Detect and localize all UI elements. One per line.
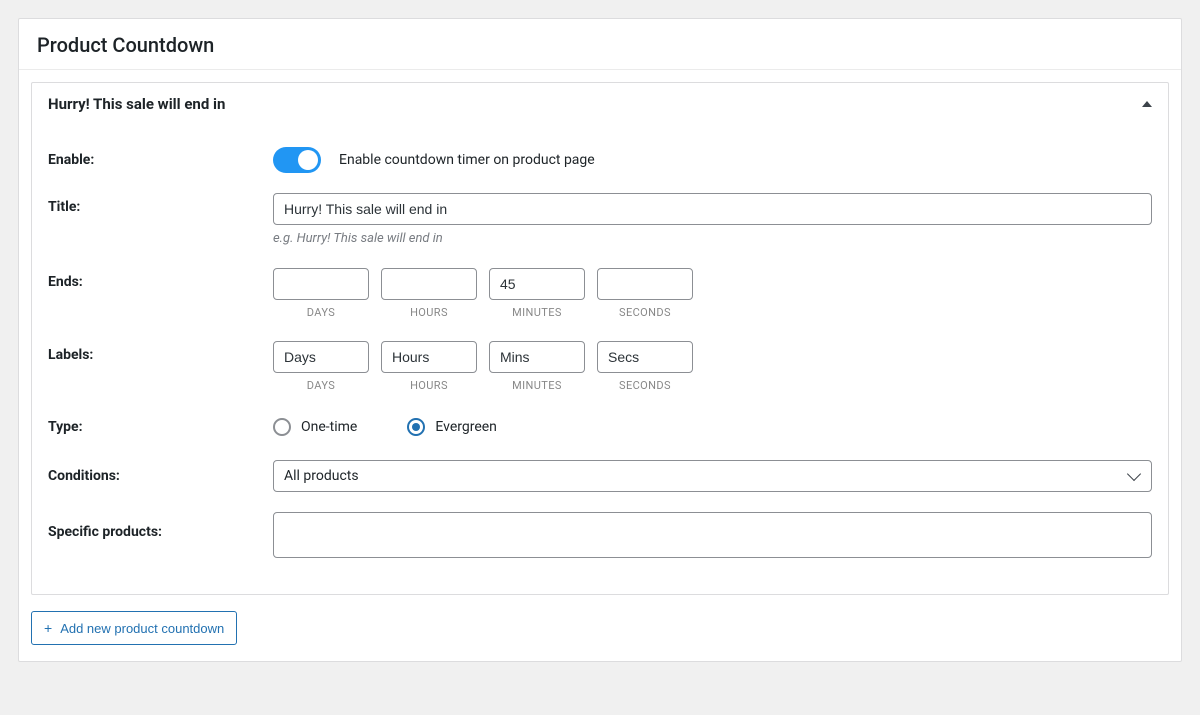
- conditions-value: All products: [284, 468, 359, 484]
- ends-seconds-input[interactable]: [597, 268, 693, 300]
- enable-description: Enable countdown timer on product page: [339, 152, 595, 168]
- row-type: Type: One-time Evergreen: [48, 406, 1152, 448]
- type-one-time-radio[interactable]: One-time: [273, 418, 357, 436]
- panel-body: Hurry! This sale will end in Enable: Ena…: [19, 70, 1181, 661]
- add-new-label: Add new product countdown: [60, 621, 224, 636]
- sublabel-labels-hours: HOURS: [410, 379, 448, 392]
- accordion-header[interactable]: Hurry! This sale will end in: [32, 83, 1168, 125]
- add-new-countdown-button[interactable]: + Add new product countdown: [31, 611, 237, 645]
- radio-off-icon: [273, 418, 291, 436]
- panel-title: Product Countdown: [19, 19, 1181, 70]
- label-conditions: Conditions:: [48, 468, 273, 484]
- ends-hours-input[interactable]: [381, 268, 477, 300]
- specific-products-input[interactable]: [273, 512, 1152, 558]
- sublabel-ends-minutes: MINUTES: [512, 306, 562, 319]
- label-ends: Ends:: [48, 268, 273, 290]
- label-specific-products: Specific products:: [48, 512, 273, 540]
- accordion-title: Hurry! This sale will end in: [48, 95, 225, 113]
- conditions-select[interactable]: All products: [273, 460, 1152, 492]
- row-conditions: Conditions: All products: [48, 448, 1152, 504]
- ends-minutes-input[interactable]: [489, 268, 585, 300]
- sublabel-ends-days: DAYS: [307, 306, 335, 319]
- row-labels: Labels: DAYS HOURS MINUTES: [48, 333, 1152, 406]
- label-enable: Enable:: [48, 152, 273, 168]
- labels-seconds-input[interactable]: [597, 341, 693, 373]
- type-evergreen-radio[interactable]: Evergreen: [407, 418, 497, 436]
- labels-minutes-input[interactable]: [489, 341, 585, 373]
- label-type: Type:: [48, 419, 273, 435]
- accordion-body: Enable: Enable countdown timer on produc…: [32, 125, 1168, 594]
- product-countdown-panel: Product Countdown Hurry! This sale will …: [18, 18, 1182, 662]
- ends-days-input[interactable]: [273, 268, 369, 300]
- caret-up-icon: [1142, 101, 1152, 107]
- label-labels: Labels:: [48, 341, 273, 363]
- enable-toggle[interactable]: [273, 147, 321, 173]
- row-title: Title: e.g. Hurry! This sale will end in: [48, 185, 1152, 260]
- sublabel-labels-days: DAYS: [307, 379, 335, 392]
- sublabel-labels-seconds: SECONDS: [619, 379, 671, 392]
- labels-hours-input[interactable]: [381, 341, 477, 373]
- row-ends: Ends: DAYS HOURS MINUTES: [48, 260, 1152, 333]
- type-evergreen-label: Evergreen: [435, 419, 497, 435]
- plus-icon: +: [44, 620, 52, 636]
- chevron-down-icon: [1127, 467, 1141, 481]
- countdown-item: Hurry! This sale will end in Enable: Ena…: [31, 82, 1169, 595]
- sublabel-ends-seconds: SECONDS: [619, 306, 671, 319]
- title-input[interactable]: [273, 193, 1152, 225]
- title-hint: e.g. Hurry! This sale will end in: [273, 231, 1152, 246]
- type-one-time-label: One-time: [301, 419, 357, 435]
- row-enable: Enable: Enable countdown timer on produc…: [48, 135, 1152, 185]
- sublabel-ends-hours: HOURS: [410, 306, 448, 319]
- label-title: Title:: [48, 193, 273, 215]
- sublabel-labels-minutes: MINUTES: [512, 379, 562, 392]
- radio-on-icon: [407, 418, 425, 436]
- labels-days-input[interactable]: [273, 341, 369, 373]
- row-specific-products: Specific products:: [48, 504, 1152, 572]
